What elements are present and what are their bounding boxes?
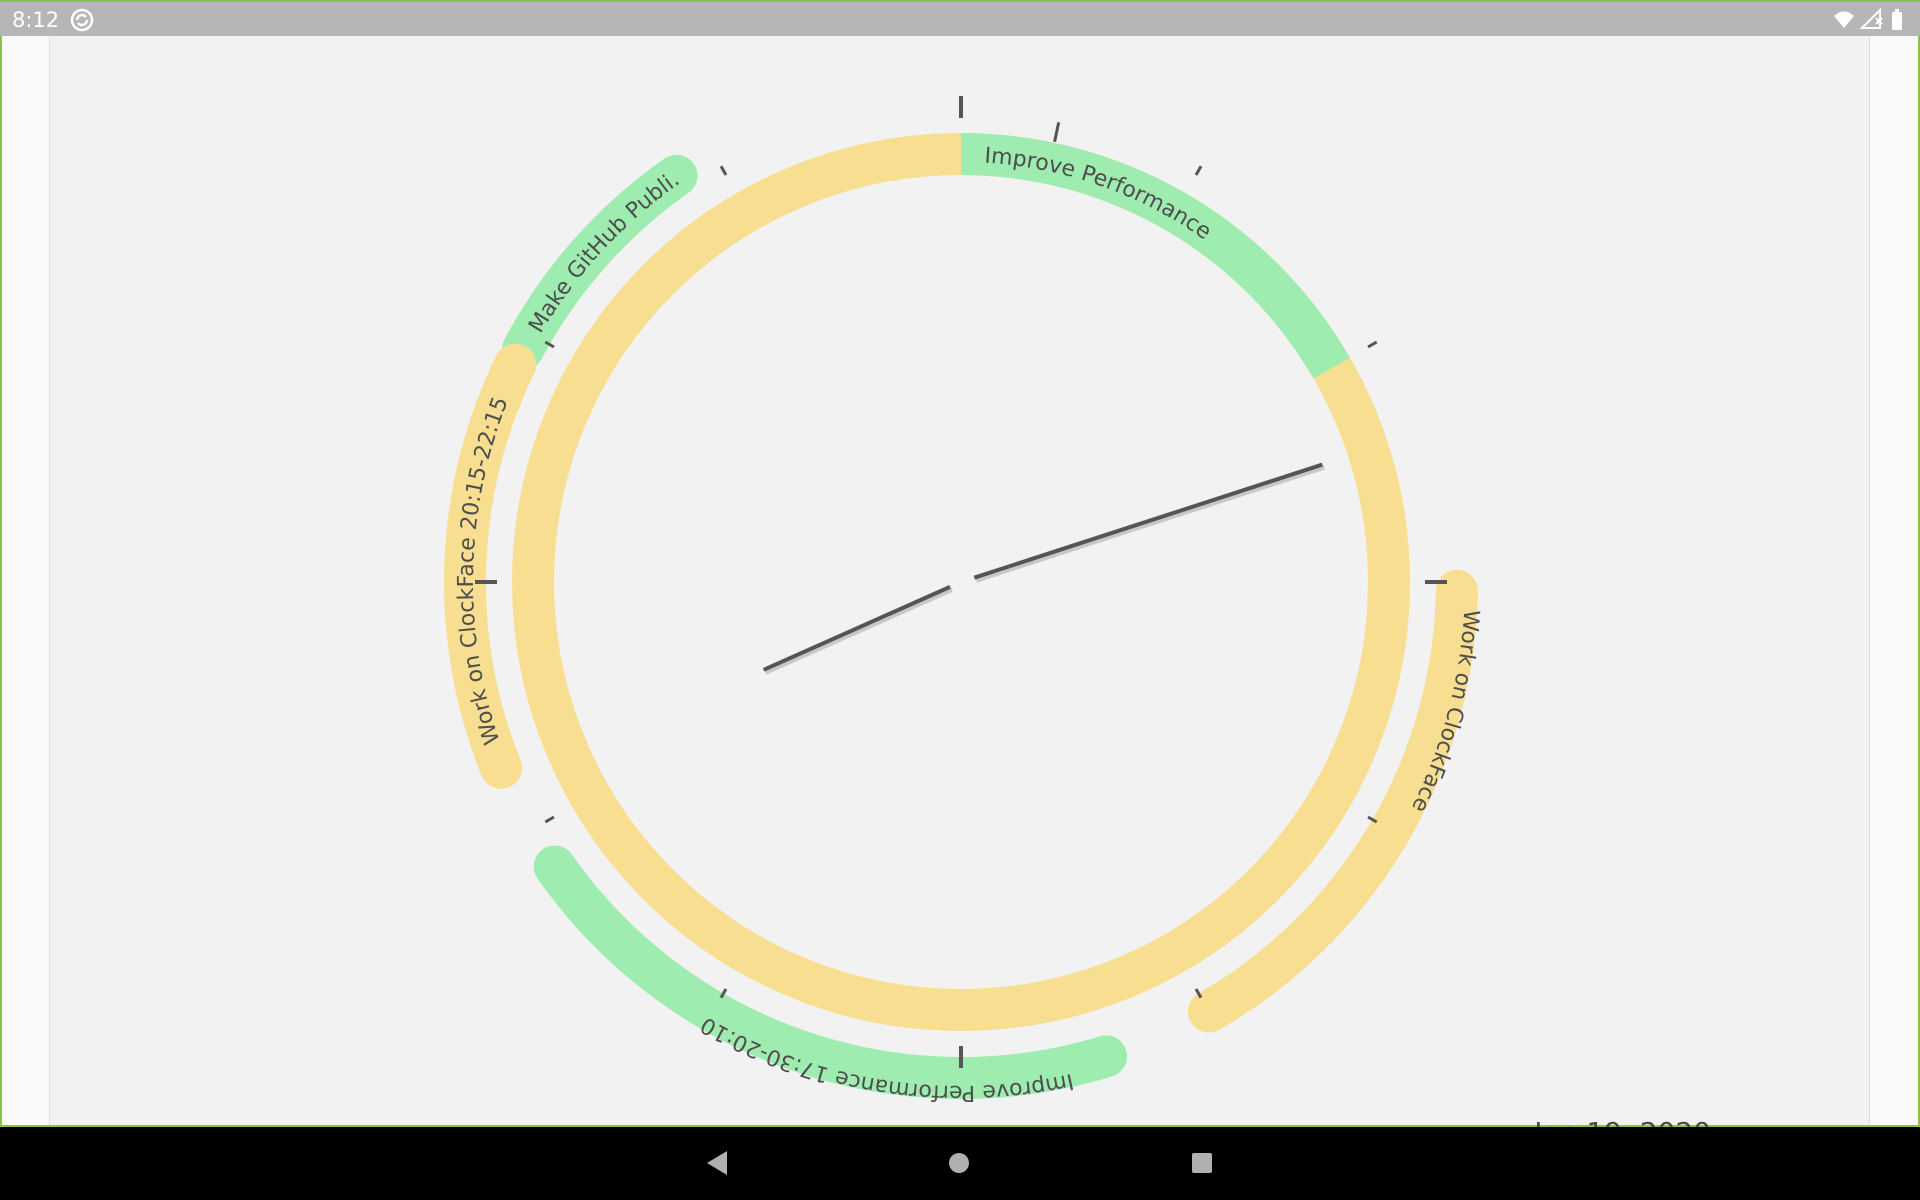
clock-face: Improve PerformanceMake GitHub Publi...W… — [50, 36, 1483, 1105]
minute-tick — [1053, 121, 1061, 143]
back-icon[interactable] — [695, 1141, 739, 1185]
sync-icon — [70, 8, 94, 32]
hour-tick — [719, 165, 728, 176]
task-label: Make GitHub Publi... — [50, 36, 684, 337]
battery-icon — [1892, 9, 1902, 30]
recents-icon[interactable] — [1180, 1141, 1224, 1185]
hour-tick — [1367, 340, 1378, 349]
clock-hands — [762, 462, 1326, 675]
hour-tick — [544, 815, 555, 824]
clock-screen: Improve PerformanceMake GitHub Publi...W… — [49, 36, 1870, 1149]
status-icons — [1834, 8, 1902, 30]
cell-signal-icon — [1859, 8, 1883, 29]
status-bar: 8:12 — [0, 0, 1920, 36]
hour-hand — [762, 585, 951, 672]
hour-tick — [1194, 165, 1203, 176]
wifi-icon — [1834, 11, 1854, 28]
minute-hand — [973, 462, 1324, 580]
status-time: 8:12 — [12, 8, 60, 32]
nav-bar — [0, 1127, 1920, 1200]
home-icon[interactable] — [937, 1141, 981, 1185]
inner-task-ring — [512, 133, 1410, 1031]
